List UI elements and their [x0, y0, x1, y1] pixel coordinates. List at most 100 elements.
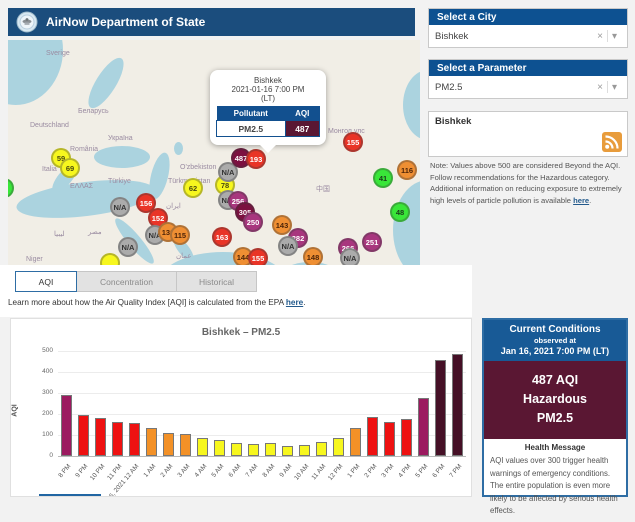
parameter-select-panel: Select a Parameter PM2.5 × ▾ — [428, 59, 628, 99]
y-tick-label: 200 — [21, 410, 53, 417]
chart-title: Bishkek – PM2.5 — [11, 327, 471, 338]
aqi-marker[interactable]: 0 — [8, 178, 14, 198]
observed-at-label: observed at — [486, 336, 624, 345]
note-text: Note: Values above 500 are considered Be… — [430, 161, 622, 205]
tab-aqi[interactable]: AQI — [15, 271, 77, 292]
aqi-marker[interactable]: 251 — [362, 232, 382, 252]
note-suffix: . — [589, 196, 591, 205]
y-tick-label: 100 — [21, 431, 53, 438]
aqi-marker[interactable]: 116 — [397, 160, 417, 180]
aqi-bar — [316, 442, 327, 456]
current-conditions-title: Current Conditions — [486, 324, 624, 335]
aqi-bar — [265, 443, 276, 456]
city-select-header: Select a City — [429, 9, 627, 25]
map-country-label: O'zbekiston — [180, 164, 216, 171]
parameter-select[interactable]: PM2.5 × ▾ — [429, 76, 627, 98]
city-select-panel: Select a City Bishkek × ▾ — [428, 8, 628, 48]
sea-shape — [393, 180, 420, 266]
dept-of-state-seal-icon — [16, 11, 38, 33]
tab-historical[interactable]: Historical — [177, 271, 257, 292]
aqi-bar — [163, 433, 174, 456]
parameter-select-value: PM2.5 — [435, 82, 593, 93]
aqi-marker[interactable]: 155 — [248, 248, 268, 266]
popup-aqi-value: 487 — [285, 121, 319, 137]
current-aqi-category: Hazardous — [486, 390, 624, 409]
y-tick-label: 0 — [21, 452, 53, 459]
tab-concentration[interactable]: Concentration — [77, 271, 177, 292]
city-select-value: Bishkek — [435, 31, 593, 42]
aqi-marker[interactable]: 155 — [343, 132, 363, 152]
sea-shape — [403, 70, 420, 140]
gridline — [58, 372, 466, 373]
aqi-bar — [180, 434, 191, 456]
learn-more-suffix: . — [303, 298, 305, 307]
aqi-bar — [214, 440, 225, 456]
map-country-label: ΕΛΛΑΣ — [70, 183, 93, 190]
parameter-select-header: Select a Parameter — [429, 60, 627, 76]
aqi-marker[interactable]: 48 — [390, 202, 410, 222]
city-clear-icon[interactable]: × — [593, 31, 607, 42]
y-tick-label: 500 — [21, 347, 53, 354]
popup-datetime: 2021-01-16 7:00 PM — [216, 85, 320, 94]
current-aqi-block: 487 AQI Hazardous PM2.5 — [484, 361, 626, 439]
y-tick-label: 400 — [21, 368, 53, 375]
sea-shape — [94, 146, 150, 168]
gridline — [58, 351, 466, 352]
learn-more-text: Learn more about how the Air Quality Ind… — [8, 298, 306, 307]
aqi-legend-edge — [39, 494, 101, 497]
map-country-label: România — [70, 146, 98, 153]
aqi-bar — [248, 444, 259, 456]
map-country-label: ليبيا — [54, 230, 65, 238]
map-country-label: Україна — [108, 135, 133, 142]
aqi-marker[interactable]: 250 — [243, 212, 263, 232]
aqi-bar — [231, 443, 242, 456]
aqi-bar — [367, 417, 378, 456]
health-message-text: AQI values over 300 trigger health warni… — [490, 455, 620, 518]
note-here-link[interactable]: here — [573, 196, 589, 205]
current-conditions-panel: Current Conditions observed at Jan 16, 2… — [482, 318, 628, 497]
popup-timezone: (LT) — [216, 94, 320, 103]
aqi-marker[interactable]: N/A — [340, 248, 360, 266]
chart-y-axis-label: AQI — [12, 404, 19, 416]
rss-icon[interactable] — [602, 132, 622, 152]
aqi-marker[interactable]: N/A — [278, 236, 298, 256]
gridline — [58, 414, 466, 415]
health-message-block: Health Message AQI values over 300 trigg… — [484, 439, 626, 522]
aqi-marker[interactable]: 148 — [303, 247, 323, 266]
aqi-bar — [333, 438, 344, 456]
aqi-bar — [112, 422, 123, 456]
aqi-bar — [418, 398, 429, 456]
aqi-map[interactable]: SverigeБеларусьDeutschlandУкраїнаRomânia… — [8, 40, 420, 266]
app-title: AirNow Department of State — [46, 15, 205, 29]
aqi-bar — [146, 428, 157, 456]
learn-more-here-link[interactable]: here — [286, 298, 303, 307]
sea-shape — [82, 53, 130, 113]
parameter-clear-icon[interactable]: × — [593, 82, 607, 93]
map-country-label: عمان — [176, 252, 192, 260]
map-country-label: مصر — [88, 228, 102, 236]
aqi-marker[interactable]: 62 — [183, 178, 203, 198]
aqi-bar — [61, 395, 72, 456]
aqi-marker[interactable]: N/A — [110, 197, 130, 217]
city-select[interactable]: Bishkek × ▾ — [429, 25, 627, 47]
learn-more-prefix: Learn more about how the Air Quality Ind… — [8, 298, 286, 307]
parameter-caret-down-icon[interactable]: ▾ — [608, 82, 621, 93]
feed-panel: Bishkek — [428, 111, 628, 157]
aqi-bar-chart: Bishkek – PM2.5 AQI 0100200300400500 8 P… — [10, 318, 472, 497]
aqi-marker[interactable]: N/A — [118, 237, 138, 257]
aqi-bar — [435, 360, 446, 456]
gridline — [58, 393, 466, 394]
tab-bar: AQI Concentration Historical — [15, 271, 257, 292]
y-tick-label: 300 — [21, 389, 53, 396]
aqi-bar — [197, 438, 208, 456]
city-caret-down-icon[interactable]: ▾ — [608, 31, 621, 42]
aqi-bar — [299, 445, 310, 456]
aqi-marker[interactable]: 115 — [170, 225, 190, 245]
aqi-marker[interactable]: 69 — [60, 158, 80, 178]
map-country-label: ايران — [166, 202, 181, 210]
aqi-marker[interactable]: 41 — [373, 168, 393, 188]
aqi-marker[interactable]: 163 — [212, 227, 232, 247]
map-popup: Bishkek 2021-01-16 7:00 PM (LT) Pollutan… — [210, 70, 326, 145]
popup-table: Pollutant AQI PM2.5 487 — [216, 106, 320, 137]
aqi-bar — [401, 419, 412, 456]
